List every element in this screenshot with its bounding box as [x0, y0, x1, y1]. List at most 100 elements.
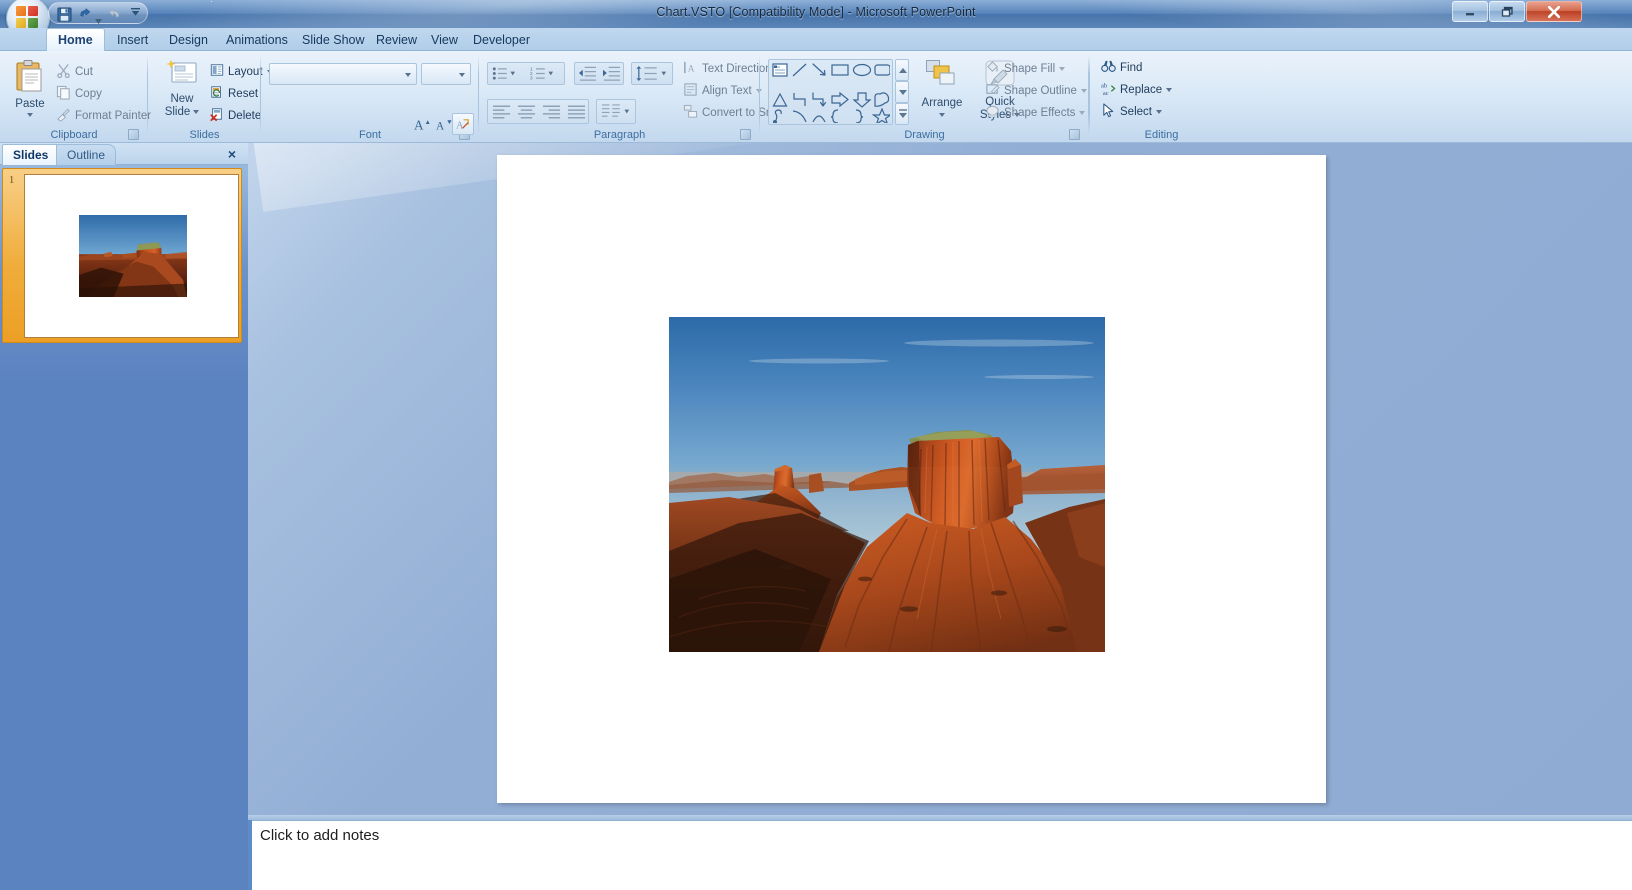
reset-button[interactable]: Reset	[210, 85, 258, 102]
shape-fill-label: Shape Fill	[1004, 63, 1055, 75]
font-name-combo[interactable]	[269, 63, 417, 85]
tab-developer[interactable]: Developer	[462, 28, 541, 51]
monument-valley-slide-image[interactable]	[669, 317, 1105, 652]
paste-button[interactable]: Paste	[8, 59, 52, 117]
tab-slide-show[interactable]: Slide Show	[291, 28, 376, 51]
font-size-combo[interactable]	[421, 63, 471, 85]
paragraph-dialog-launcher[interactable]	[740, 129, 751, 140]
arrange-label: Arrange	[922, 97, 963, 110]
tab-outline[interactable]: Outline	[56, 144, 116, 165]
clear-formatting-button[interactable]: A	[452, 113, 474, 135]
save-icon[interactable]	[55, 5, 73, 23]
tab-design[interactable]: Design	[158, 28, 219, 51]
font-name-dropdown-icon[interactable]	[405, 73, 411, 77]
ribbon: Paste Cut	[0, 51, 1632, 143]
group-drawing: Arrange Quick Styles	[760, 51, 1089, 143]
close-pane-icon[interactable]: ×	[224, 146, 240, 162]
paintbrush-icon	[56, 107, 71, 125]
find-button[interactable]: Find	[1101, 59, 1142, 77]
format-painter-label: Format Painter	[75, 110, 151, 122]
shape-outline-dropdown-icon[interactable]	[1081, 89, 1087, 93]
shrink-font-button[interactable]: A	[434, 115, 454, 135]
line-spacing-button[interactable]	[633, 63, 671, 84]
delete-slide-button[interactable]: Delete	[210, 107, 261, 124]
binoculars-icon	[1101, 59, 1116, 77]
replace-dropdown-icon[interactable]	[1166, 88, 1172, 92]
slide-number: 1	[9, 175, 14, 186]
copy-button[interactable]: Copy	[56, 85, 102, 103]
shape-effects-label: Shape Effects	[1004, 107, 1075, 119]
shape-fill-dropdown-icon[interactable]	[1059, 67, 1065, 71]
numbering-button[interactable]: 1 2 3	[528, 63, 556, 84]
align-text-button[interactable]: Align Text	[683, 82, 762, 100]
align-center-button[interactable]	[514, 100, 538, 123]
arrange-icon	[925, 59, 959, 95]
shape-outline-button[interactable]: Shape Outline	[985, 82, 1087, 100]
paste-icon	[15, 59, 45, 97]
columns-button[interactable]	[598, 100, 634, 123]
minimize-button[interactable]	[1452, 1, 1488, 22]
new-slide-icon	[166, 59, 198, 93]
paste-dropdown-icon[interactable]	[27, 113, 33, 117]
redo-icon	[105, 5, 123, 23]
align-right-button[interactable]	[539, 100, 563, 123]
new-slide-dropdown-icon[interactable]	[193, 110, 199, 114]
customize-qat-icon[interactable]	[128, 5, 142, 19]
font-size-dropdown-icon[interactable]	[459, 73, 465, 77]
shapes-gallery[interactable]	[768, 59, 893, 125]
cut-button[interactable]: Cut	[56, 63, 93, 81]
notes-pane[interactable]: Click to add notes	[252, 820, 1632, 890]
tab-review[interactable]: Review	[365, 28, 428, 51]
tab-insert[interactable]: Insert	[106, 28, 159, 51]
bullets-button[interactable]	[490, 63, 518, 84]
justify-button[interactable]	[564, 100, 588, 123]
drawing-dialog-launcher[interactable]	[1069, 129, 1080, 140]
clipboard-dialog-launcher[interactable]	[128, 129, 139, 140]
arrange-dropdown-icon[interactable]	[939, 113, 945, 117]
close-button[interactable]	[1526, 1, 1582, 22]
reset-icon	[210, 85, 224, 102]
format-painter-button[interactable]: Format Painter	[56, 107, 151, 125]
powerpoint-window: Chart.VSTO [Compatibility Mode] - Micros…	[0, 0, 1632, 890]
svg-text:3: 3	[530, 76, 533, 81]
copy-icon	[56, 85, 71, 103]
undo-icon[interactable]	[75, 5, 93, 23]
tab-slides[interactable]: Slides	[2, 144, 59, 165]
shapes-scroll-up-button[interactable]	[895, 59, 909, 81]
decrease-indent-button[interactable]	[576, 63, 599, 84]
shape-effects-button[interactable]: Shape Effects	[985, 104, 1085, 122]
increase-indent-button[interactable]	[600, 63, 623, 84]
tab-home[interactable]: Home	[46, 28, 105, 51]
tab-animations[interactable]: Animations	[215, 28, 299, 51]
shape-outline-label: Shape Outline	[1004, 85, 1077, 97]
shapes-scroll-down-button[interactable]	[895, 81, 909, 103]
copy-label: Copy	[75, 88, 102, 100]
slide-thumbnail-frame	[24, 174, 239, 338]
slides-group-label: Slides	[148, 129, 261, 141]
shape-effects-dropdown-icon[interactable]	[1079, 111, 1085, 115]
layout-label: Layout	[228, 66, 263, 78]
drawing-group-label: Drawing	[760, 129, 1089, 141]
align-left-button[interactable]	[489, 100, 513, 123]
slide-thumbnail-1[interactable]: 1	[2, 168, 242, 343]
replace-icon: ab ac	[1101, 81, 1116, 99]
office-button[interactable]	[6, 0, 50, 28]
undo-dropdown-icon[interactable]	[95, 11, 102, 16]
select-button[interactable]: Select	[1101, 103, 1162, 121]
shapes-more-button[interactable]	[895, 103, 909, 125]
select-dropdown-icon[interactable]	[1156, 110, 1162, 114]
editing-group-label: Editing	[1089, 129, 1234, 141]
svg-text:A: A	[436, 121, 445, 133]
monument-valley-thumbnail-image	[79, 215, 187, 297]
restore-button[interactable]	[1489, 1, 1525, 22]
replace-button[interactable]: ab ac Replace	[1101, 81, 1172, 99]
notes-placeholder: Click to add notes	[260, 827, 379, 844]
slide-canvas[interactable]	[497, 155, 1326, 803]
grow-font-button[interactable]: A	[412, 115, 432, 135]
arrange-button[interactable]: Arrange	[915, 59, 969, 117]
shape-fill-button[interactable]: Shape Fill	[985, 60, 1065, 78]
delete-label: Delete	[228, 110, 261, 122]
paint-bucket-icon	[985, 60, 1000, 78]
new-slide-button[interactable]: New Slide	[158, 59, 206, 119]
slide-thumbnail-list[interactable]: 1	[0, 165, 248, 890]
